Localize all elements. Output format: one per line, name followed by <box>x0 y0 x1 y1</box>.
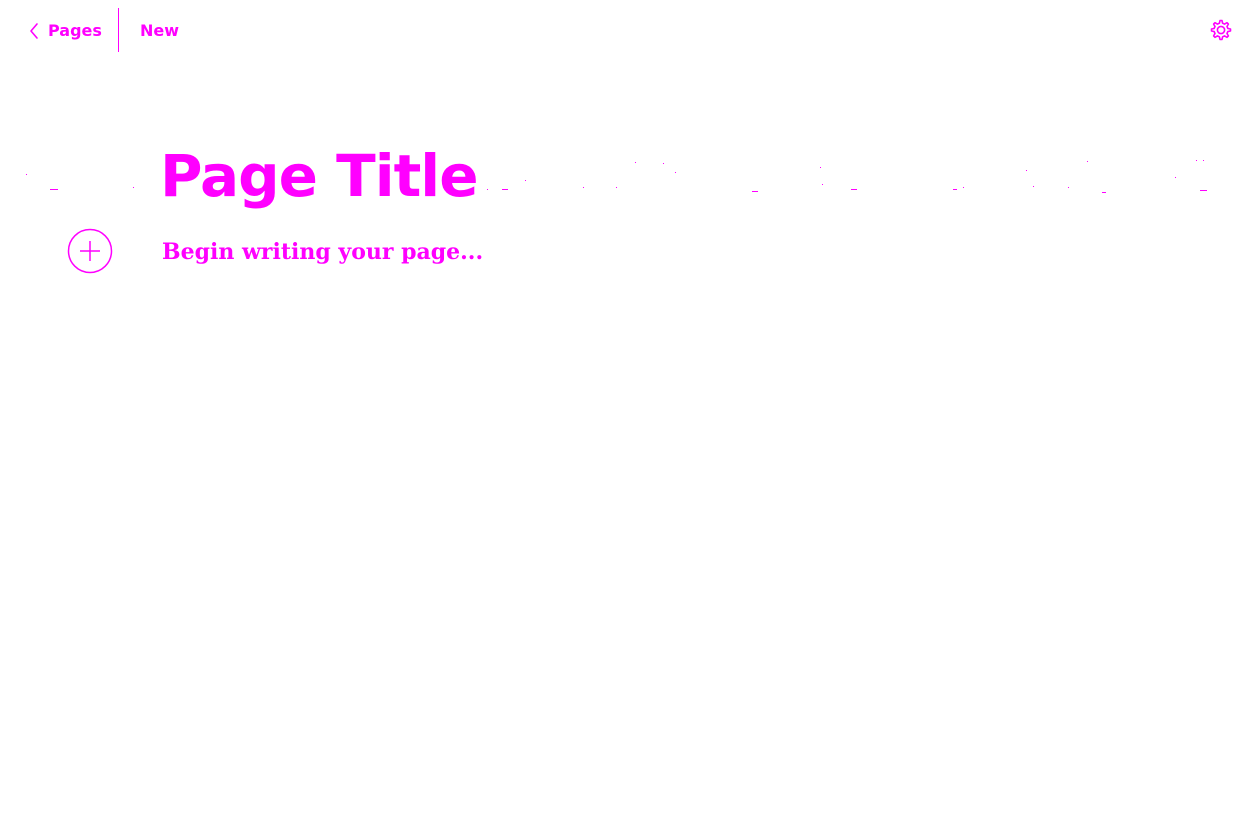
speck <box>851 189 857 190</box>
speck <box>1175 177 1176 178</box>
page-title[interactable]: Page Title <box>160 140 479 212</box>
page-body-placeholder[interactable]: Begin writing your page... <box>162 236 483 268</box>
speck <box>820 167 821 168</box>
speck <box>616 187 617 188</box>
breadcrumb-divider <box>118 8 119 52</box>
speck <box>675 172 676 173</box>
speck <box>822 184 823 185</box>
speck <box>1087 161 1088 162</box>
top-bar: Pages New <box>0 0 1250 60</box>
speck <box>1203 160 1204 161</box>
speck <box>1033 186 1034 187</box>
speck <box>1026 170 1027 171</box>
speck <box>300 193 305 194</box>
settings-button[interactable] <box>1208 17 1234 43</box>
back-link-label: Pages <box>48 21 102 40</box>
chevron-left-icon <box>28 22 40 40</box>
speck <box>953 189 957 190</box>
speck <box>963 187 964 188</box>
speck <box>1200 190 1207 191</box>
speck <box>525 180 526 181</box>
speck <box>1102 192 1106 193</box>
gear-icon <box>1208 17 1234 43</box>
speck <box>50 189 58 190</box>
add-block-button[interactable] <box>67 228 113 274</box>
speck <box>1196 160 1197 161</box>
speck <box>635 162 636 163</box>
speck <box>752 191 758 192</box>
speck <box>583 187 584 188</box>
speck <box>487 189 488 190</box>
speck <box>502 189 508 190</box>
speck <box>1068 187 1069 188</box>
breadcrumb-current: New <box>140 21 180 40</box>
speck <box>26 174 27 175</box>
speck <box>133 187 134 188</box>
back-to-pages-button[interactable]: Pages <box>28 18 102 44</box>
speck <box>663 163 664 164</box>
plus-circle-icon <box>67 228 113 274</box>
